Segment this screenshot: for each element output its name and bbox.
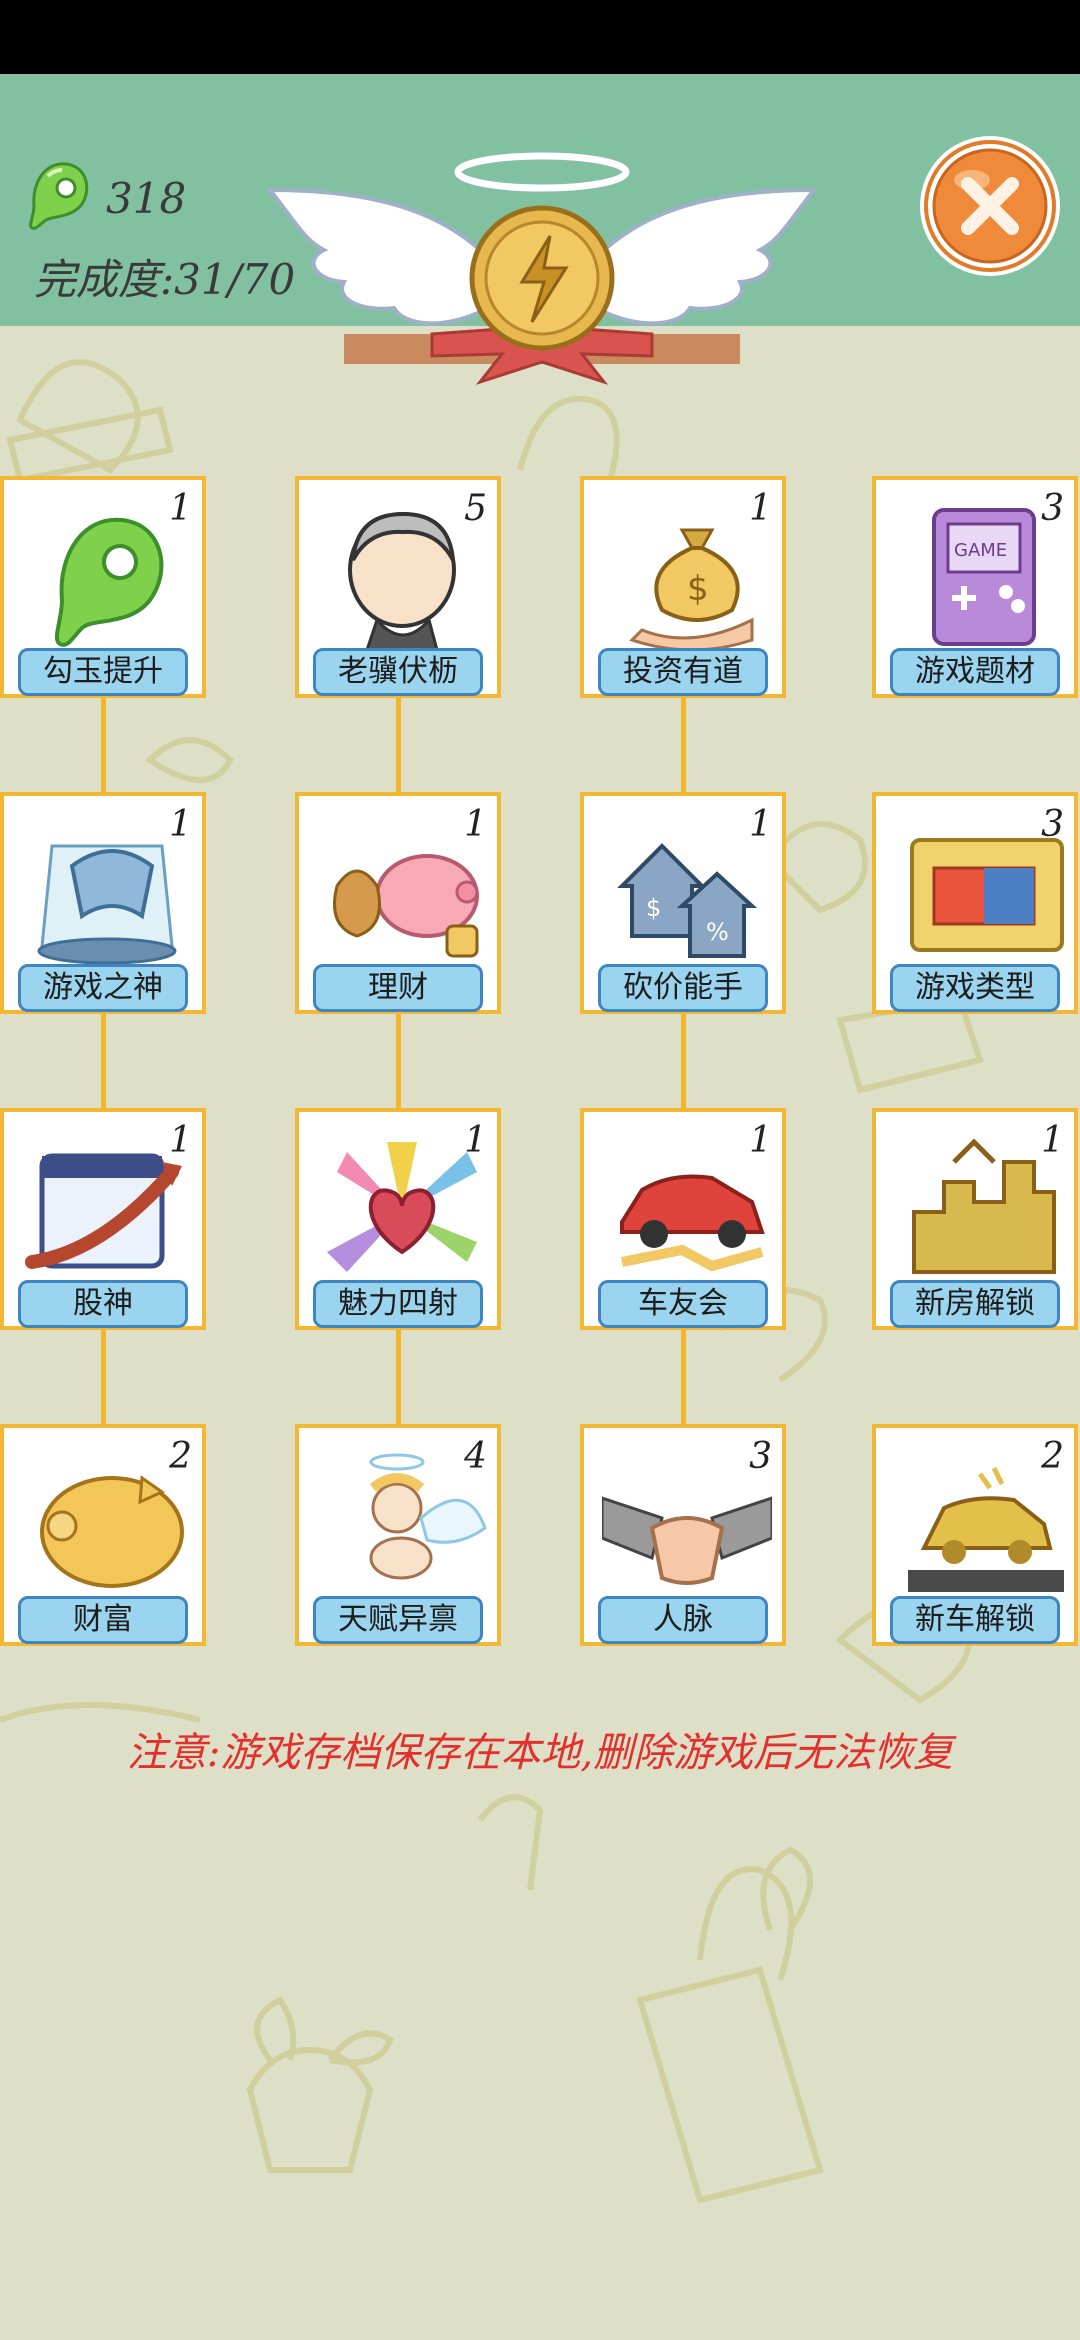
skill-level-count: 1 — [169, 804, 192, 845]
skill-level-count: 5 — [464, 488, 487, 529]
skill-label-button[interactable]: 游戏类型 — [890, 964, 1060, 1012]
svg-text:%: % — [706, 918, 729, 946]
skill-label-button[interactable]: 砍价能手 — [598, 964, 768, 1012]
skill-connector-line — [101, 696, 106, 792]
handshake-icon — [602, 1496, 772, 1585]
skill-connector-line — [396, 696, 401, 792]
heart-burst-icon — [327, 1142, 477, 1272]
cupid-icon — [369, 1453, 487, 1580]
skill-level-count: 2 — [1041, 1436, 1064, 1477]
skill-level-count: 3 — [1041, 488, 1064, 529]
skill-level-count: 1 — [464, 1120, 487, 1161]
save-warning-notice: 注意:游戏存档保存在本地,删除游戏后无法恢复 — [126, 1730, 954, 1776]
skill-label-button[interactable]: 新房解锁 — [890, 1280, 1060, 1328]
skill-level-count: 1 — [169, 488, 192, 529]
skill-connector-line — [681, 1328, 686, 1424]
svg-text:$: $ — [687, 569, 709, 609]
red-car-icon — [620, 1174, 765, 1272]
skill-connector-line — [396, 1012, 401, 1108]
piggy-bank-icon — [333, 854, 479, 958]
skill-label-button[interactable]: 游戏之神 — [18, 964, 188, 1012]
skill-level-count: 1 — [1041, 1120, 1064, 1161]
skill-level-count: 3 — [749, 1436, 772, 1477]
controller-trophy-icon — [37, 844, 177, 965]
skill-label-button[interactable]: 投资有道 — [598, 648, 768, 696]
old-man-icon — [348, 511, 456, 650]
stock-chart-icon — [25, 1153, 182, 1269]
skill-label-button[interactable]: 股神 — [18, 1280, 188, 1328]
skill-label-button[interactable]: 魅力四射 — [313, 1280, 483, 1328]
skill-label-button[interactable]: 财富 — [18, 1596, 188, 1644]
skill-level-count: 1 — [749, 488, 772, 529]
skill-level-count: 1 — [749, 1120, 772, 1161]
skill-label-button[interactable]: 游戏题材 — [890, 648, 1060, 696]
skill-level-count: 1 — [169, 1120, 192, 1161]
houses-discount-icon: $% — [617, 843, 758, 958]
skill-level-count: 2 — [169, 1436, 192, 1477]
game-console-icon: GAME — [932, 508, 1036, 646]
skill-label-button[interactable]: 勾玉提升 — [18, 648, 188, 696]
skill-connector-line — [681, 1012, 686, 1108]
skill-label-button[interactable]: 理财 — [313, 964, 483, 1012]
skill-level-count: 3 — [1041, 804, 1064, 845]
skill-connector-line — [681, 696, 686, 792]
green-magatama-icon — [54, 517, 164, 647]
money-bag-icon: $ — [629, 528, 754, 650]
skill-connector-line — [101, 1012, 106, 1108]
skill-label-button[interactable]: 老骥伏枥 — [313, 648, 483, 696]
skill-label-button[interactable]: 人脉 — [598, 1596, 768, 1644]
skill-label-button[interactable]: 新车解锁 — [890, 1596, 1060, 1644]
svg-text:GAME: GAME — [954, 540, 1007, 561]
svg-text:$: $ — [646, 894, 661, 922]
skill-connector-line — [101, 1328, 106, 1424]
skill-level-count: 4 — [464, 1436, 487, 1477]
gold-car-icon — [908, 1466, 1064, 1592]
gold-buildings-icon — [912, 1138, 1056, 1274]
skill-level-count: 1 — [464, 804, 487, 845]
gold-pig-icon — [40, 1475, 184, 1588]
skill-label-button[interactable]: 车友会 — [598, 1280, 768, 1328]
skill-level-count: 1 — [749, 804, 772, 845]
skill-connector-line — [396, 1328, 401, 1424]
game-cartridge-icon — [910, 838, 1064, 952]
skill-grid: 1 勾玉提升 5 老骥伏枥 $1 投资有道 GAME 3 游戏题材 1 游戏之神 1 理财 $% 1 砍价能手… — [0, 0, 1080, 1700]
skill-label-button[interactable]: 天赋异禀 — [313, 1596, 483, 1644]
